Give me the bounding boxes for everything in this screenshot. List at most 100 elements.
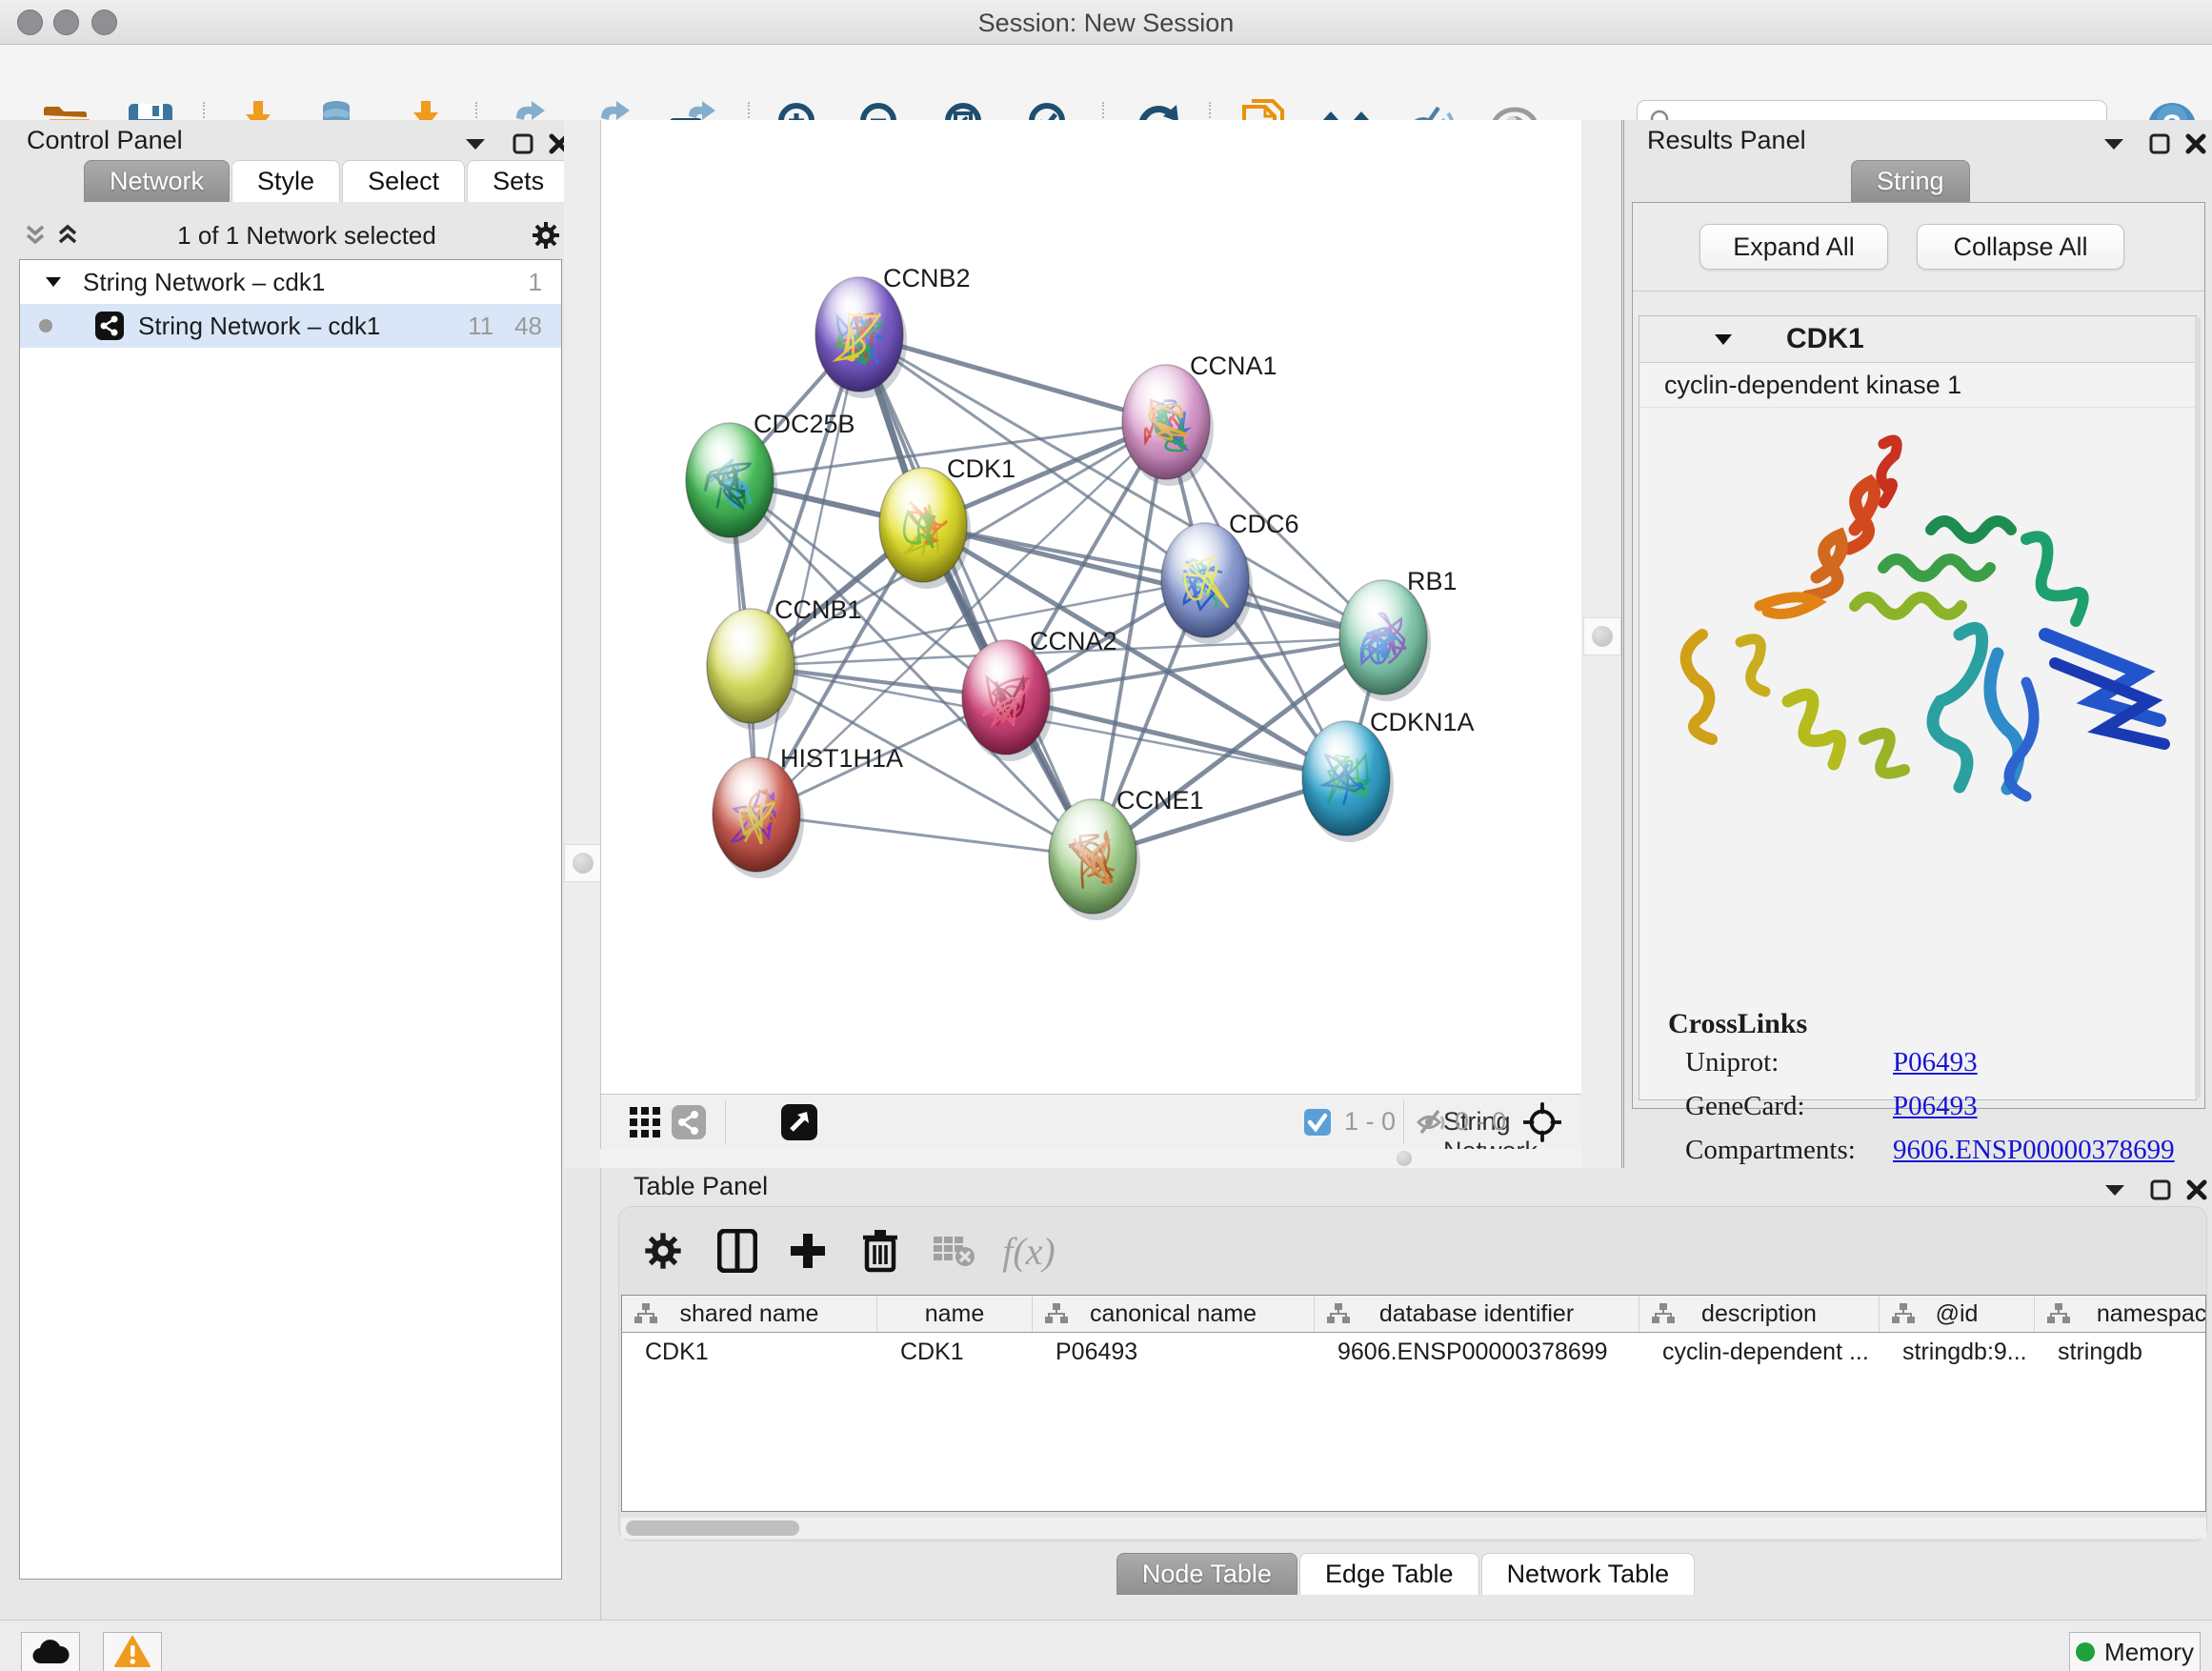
splitter-handle[interactable] xyxy=(1583,617,1621,655)
tab-edge-table[interactable]: Edge Table xyxy=(1299,1553,1479,1595)
node-label-CDC6: CDC6 xyxy=(1229,510,1299,538)
birds-eye-toggle-button[interactable] xyxy=(780,1103,818,1141)
table-cell[interactable]: stringdb xyxy=(2035,1339,2206,1366)
node-CCNA1[interactable]: CCNA1 xyxy=(1122,352,1277,486)
panel-close-button[interactable] xyxy=(2180,128,2212,160)
crosslink-label: Uniprot: xyxy=(1639,1047,1893,1078)
table-panel-title: Table Panel xyxy=(633,1172,768,1201)
right-splitter[interactable] xyxy=(1581,120,1624,1168)
scrollbar-thumb[interactable] xyxy=(626,1520,799,1536)
splitter-handle[interactable] xyxy=(1397,1151,1412,1166)
panel-float-button[interactable] xyxy=(2144,1174,2177,1206)
panel-menu-button[interactable] xyxy=(459,128,492,160)
double-chevron-up-icon xyxy=(56,224,79,247)
crosslink-link[interactable]: 9606.ENSP00000378699 xyxy=(1893,1135,2175,1166)
table-cell[interactable]: cyclin-dependent ... xyxy=(1639,1339,1880,1366)
column-header-at-id[interactable]: @id xyxy=(1880,1296,2035,1332)
table-row[interactable]: CDK1CDK1P064939606.ENSP00000378699cyclin… xyxy=(622,1333,2205,1371)
fx-icon: f(x) xyxy=(1002,1229,1056,1274)
table-cell[interactable]: CDK1 xyxy=(877,1339,1033,1366)
collapse-all-button[interactable]: Collapse All xyxy=(1917,224,2124,270)
table-cell[interactable]: 9606.ENSP00000378699 xyxy=(1315,1339,1639,1366)
delete-table-button[interactable] xyxy=(928,1224,981,1278)
fit-selected-button[interactable] xyxy=(1523,1103,1561,1141)
delete-column-button[interactable] xyxy=(854,1224,907,1278)
expand-all-button[interactable] xyxy=(51,219,84,252)
table-options-button[interactable] xyxy=(636,1224,690,1278)
panel-menu-button[interactable] xyxy=(2098,128,2130,160)
edge-CCNB2-HIST1H1A[interactable] xyxy=(756,334,859,815)
tab-sets[interactable]: Sets xyxy=(467,160,570,202)
gene-section-header[interactable]: CDK1 xyxy=(1639,316,2196,363)
column-header-shared-name[interactable]: shared name xyxy=(622,1296,877,1332)
node-label-CDK1: CDK1 xyxy=(947,454,1016,483)
network-row[interactable]: String Network – cdk1 11 48 xyxy=(20,304,561,348)
memory-button[interactable]: Memory xyxy=(2069,1632,2201,1671)
table-cell[interactable]: P06493 xyxy=(1033,1339,1315,1366)
left-splitter[interactable] xyxy=(564,120,600,1168)
column-label: shared name xyxy=(680,1300,819,1328)
network-view-button[interactable] xyxy=(670,1103,708,1141)
gear-icon xyxy=(532,221,560,250)
node-CDKN1A[interactable]: CDKN1A xyxy=(1302,708,1475,842)
grid-view-button[interactable] xyxy=(626,1103,664,1141)
panel-close-button[interactable] xyxy=(2181,1174,2212,1206)
chevron-down-icon xyxy=(2103,137,2124,151)
node-RB1[interactable]: RB1 xyxy=(1339,567,1458,701)
gear-icon xyxy=(644,1232,682,1270)
node-CCNA2[interactable]: CCNA2 xyxy=(962,627,1117,761)
panel-float-button[interactable] xyxy=(2143,128,2176,160)
show-columns-button[interactable] xyxy=(711,1224,764,1278)
column-header-name[interactable]: name xyxy=(877,1296,1033,1332)
network-collection-row[interactable]: String Network – cdk1 1 xyxy=(20,260,561,304)
memory-label: Memory xyxy=(2104,1638,2194,1667)
table-hscrollbar[interactable] xyxy=(621,1518,2206,1539)
table-cell[interactable]: stringdb:9... xyxy=(1880,1339,2035,1366)
section-caret-icon[interactable] xyxy=(1714,333,1733,346)
crosslink-link[interactable]: P06493 xyxy=(1893,1047,1978,1078)
column-header-description[interactable]: description xyxy=(1639,1296,1880,1332)
tab-network[interactable]: Network xyxy=(84,160,230,202)
column-header-canonical-name[interactable]: canonical name xyxy=(1033,1296,1315,1332)
cloud-button[interactable] xyxy=(21,1632,80,1671)
panel-menu-button[interactable] xyxy=(2099,1174,2131,1206)
tab-network-table[interactable]: Network Table xyxy=(1481,1553,1696,1595)
tab-style[interactable]: Style xyxy=(231,160,340,202)
panel-float-button[interactable] xyxy=(507,128,539,160)
tab-node-table[interactable]: Node Table xyxy=(1116,1553,1297,1595)
create-column-button[interactable] xyxy=(781,1224,835,1278)
network-status-dot xyxy=(39,319,52,332)
table-header-row: shared name namecanonical name database id… xyxy=(622,1296,2205,1333)
tab-string[interactable]: String xyxy=(1851,160,1970,202)
crosslink-link[interactable]: P06493 xyxy=(1893,1091,1978,1122)
table-panel: Table Panel xyxy=(600,1168,2212,1620)
float-window-icon xyxy=(513,133,533,154)
column-label: database identifier xyxy=(1379,1300,1574,1328)
string-network-icon xyxy=(94,311,125,341)
function-builder-button[interactable]: f(x) xyxy=(1002,1224,1056,1278)
warnings-button[interactable] xyxy=(103,1632,162,1671)
edge-CCNB2-CCNE1[interactable] xyxy=(859,334,1093,856)
selected-nodes-checkbox[interactable] xyxy=(1298,1103,1337,1141)
node-CCNE1[interactable]: CCNE1 xyxy=(1049,786,1204,920)
network-options-button[interactable] xyxy=(530,219,562,252)
warning-icon xyxy=(114,1636,151,1668)
edge-HIST1H1A-CCNE1[interactable] xyxy=(756,815,1093,856)
column-header-database-identifier[interactable]: database identifier xyxy=(1315,1296,1639,1332)
close-icon xyxy=(2186,1179,2207,1200)
expand-all-button[interactable]: Expand All xyxy=(1699,224,1888,270)
horizontal-splitter[interactable] xyxy=(600,1149,1581,1168)
network-graph[interactable]: CCNB2CCNA1CDC25BCDK1CDC6RB1CCNB1CCNA2CDK… xyxy=(601,120,1580,1092)
node-CCNB2[interactable]: CCNB2 xyxy=(815,264,971,398)
table-cell[interactable]: CDK1 xyxy=(622,1339,877,1366)
tab-select[interactable]: Select xyxy=(342,160,465,202)
splitter-handle[interactable] xyxy=(564,844,602,882)
network-canvas[interactable]: CCNB2CCNA1CDC25BCDK1CDC6RB1CCNB1CCNA2CDK… xyxy=(600,120,1581,1094)
hidden-elements-button[interactable] xyxy=(1413,1103,1451,1141)
column-header-namespace[interactable]: namespace xyxy=(2035,1296,2206,1332)
results-scrollbar[interactable] xyxy=(2195,317,2201,1098)
network-selection-bar: 1 of 1 Network selected xyxy=(19,211,562,259)
tree-caret-icon[interactable] xyxy=(45,276,62,288)
collapse-all-button[interactable] xyxy=(19,219,51,252)
node-HIST1H1A[interactable]: HIST1H1A xyxy=(713,744,903,878)
